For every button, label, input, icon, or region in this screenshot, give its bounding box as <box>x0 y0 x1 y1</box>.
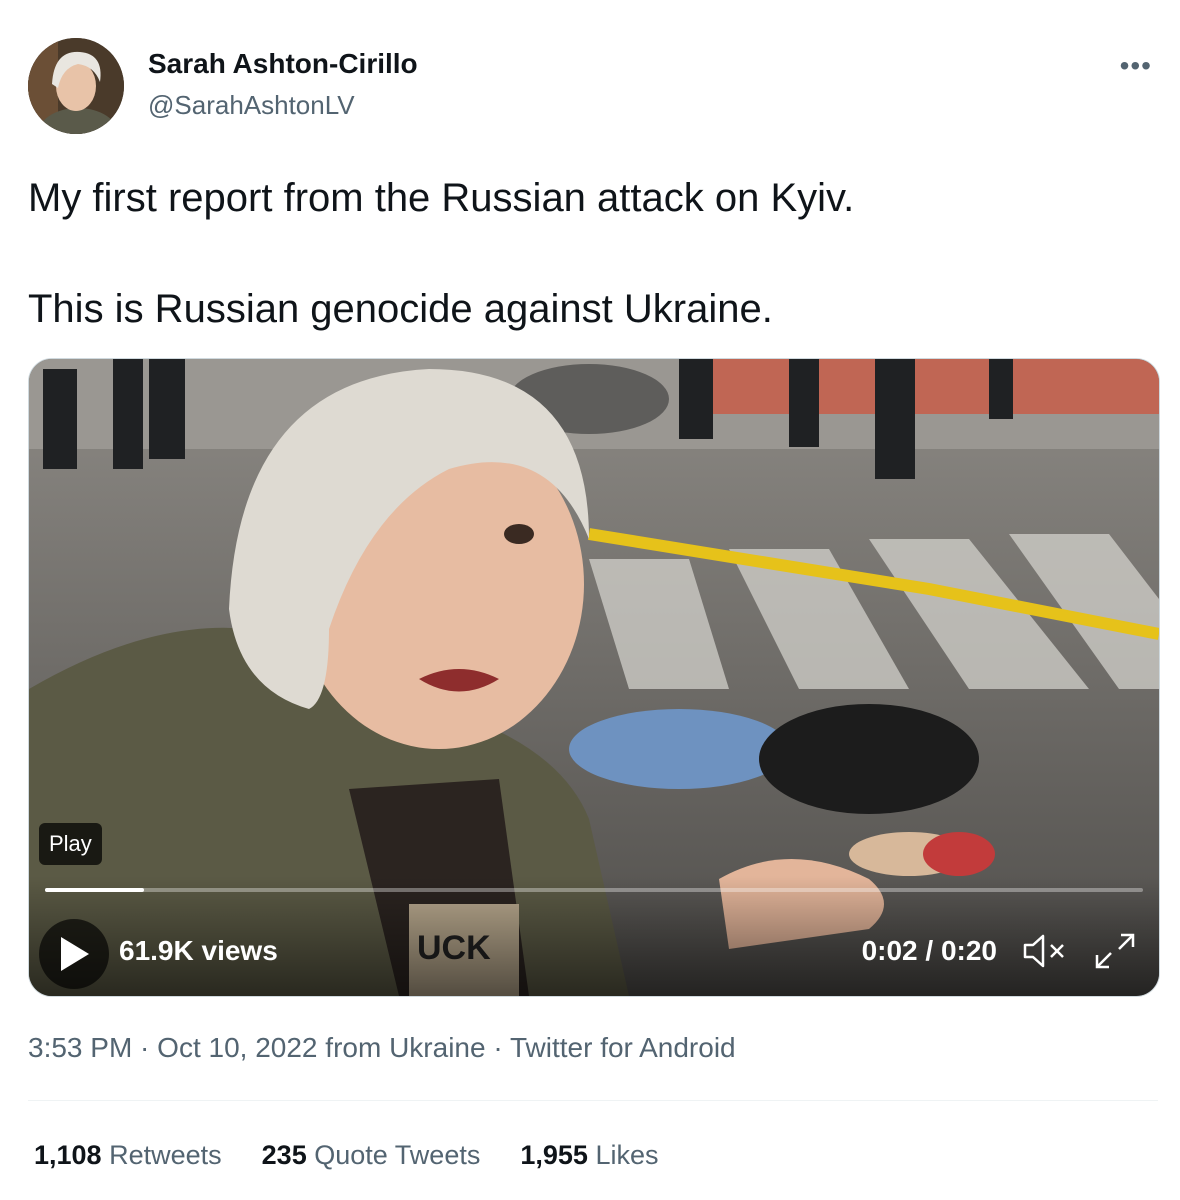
tweet-date[interactable]: Oct 10, 2022 <box>157 1032 317 1063</box>
tweet-text-line: This is Russian genocide against Ukraine… <box>28 287 773 331</box>
likes-label: Likes <box>595 1140 659 1170</box>
tweet-text: My first report from the Russian attack … <box>28 170 1152 337</box>
retweets-label: Retweets <box>109 1140 222 1170</box>
tweet-location: from Ukraine <box>325 1032 486 1063</box>
retweets-stat[interactable]: 1,108 Retweets <box>34 1140 222 1171</box>
tweet-meta: 3:53 PM · Oct 10, 2022 from Ukraine · Tw… <box>28 1032 736 1064</box>
avatar-image <box>28 38 124 134</box>
mute-icon[interactable] <box>1023 933 1067 969</box>
video-time: 0:02 / 0:20 <box>861 935 997 966</box>
play-badge: Play <box>39 823 102 865</box>
avatar[interactable] <box>28 38 124 134</box>
video-progress-fill <box>45 888 144 892</box>
author-name[interactable]: Sarah Ashton-Cirillo <box>148 48 418 80</box>
tweet-header: Sarah Ashton-Cirillo @SarahAshtonLV ••• <box>28 38 1152 138</box>
engagement-stats: 1,108 Retweets 235 Quote Tweets 1,955 Li… <box>34 1140 658 1171</box>
meta-separator: · <box>132 1032 158 1063</box>
retweets-count: 1,108 <box>34 1140 102 1170</box>
video-progress-bar[interactable] <box>45 888 1143 892</box>
tweet-client[interactable]: Twitter for Android <box>510 1032 736 1063</box>
video-player[interactable]: UCK Play 61.9K views 0:02 / 0:20 <box>28 358 1160 997</box>
play-button[interactable] <box>39 919 109 989</box>
tweet-text-line: My first report from the Russian attack … <box>28 176 855 220</box>
play-icon <box>61 937 89 971</box>
quote-tweets-stat[interactable]: 235 Quote Tweets <box>262 1140 481 1171</box>
more-options-icon[interactable]: ••• <box>1120 50 1152 82</box>
view-count: 61.9K views <box>119 935 278 966</box>
likes-count: 1,955 <box>520 1140 588 1170</box>
quote-tweets-count: 235 <box>261 1140 307 1170</box>
tweet-time[interactable]: 3:53 PM <box>28 1032 132 1063</box>
quote-tweets-label: Quote Tweets <box>314 1140 481 1170</box>
fullscreen-icon[interactable] <box>1093 931 1137 971</box>
author-handle[interactable]: @SarahAshtonLV <box>148 90 355 121</box>
divider <box>28 1100 1158 1101</box>
likes-stat[interactable]: 1,955 Likes <box>520 1140 658 1171</box>
meta-separator: · <box>485 1032 510 1063</box>
